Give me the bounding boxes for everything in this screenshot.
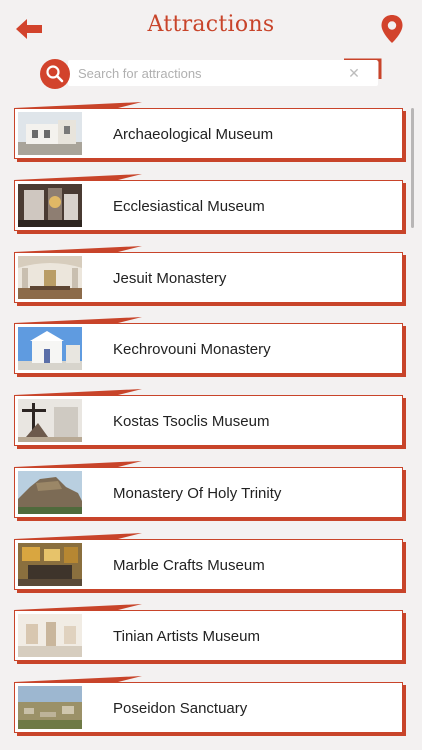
attraction-thumbnail bbox=[18, 327, 82, 371]
app-header: Attractions bbox=[0, 0, 422, 56]
search-input[interactable] bbox=[78, 60, 348, 86]
attraction-thumbnail bbox=[18, 399, 82, 442]
map-button[interactable] bbox=[380, 14, 404, 44]
attraction-name: Archaeological Museum bbox=[113, 126, 274, 143]
list-item[interactable]: Ecclesiastical Museum bbox=[14, 173, 404, 232]
list-item-card: Archaeological Museum bbox=[14, 108, 403, 159]
list-item[interactable]: Monastery Of Holy Trinity bbox=[14, 460, 404, 519]
list-item[interactable]: Kechrovouni Monastery bbox=[14, 317, 404, 375]
attraction-thumbnail bbox=[18, 686, 82, 729]
list-item[interactable]: Tinian Artists Museum bbox=[14, 604, 404, 662]
list-item[interactable]: Poseidon Sanctuary bbox=[14, 676, 404, 734]
attraction-thumbnail bbox=[18, 542, 82, 586]
attraction-thumbnail bbox=[18, 112, 82, 155]
list-item-card: Monastery Of Holy Trinity bbox=[14, 466, 403, 518]
search-bar: ✕ bbox=[40, 57, 382, 91]
attraction-name: Kostas Tsoclis Museum bbox=[113, 413, 270, 430]
attraction-name: Jesuit Monastery bbox=[113, 269, 227, 287]
sculpture-photo bbox=[18, 399, 82, 442]
white-church-photo bbox=[18, 327, 82, 371]
attraction-thumbnail bbox=[18, 470, 82, 514]
attraction-name: Poseidon Sanctuary bbox=[113, 700, 248, 717]
attraction-name: Monastery Of Holy Trinity bbox=[113, 484, 282, 502]
attraction-name: Ecclesiastical Museum bbox=[113, 197, 265, 215]
list-item-card: Jesuit Monastery bbox=[14, 251, 403, 303]
map-pin-icon bbox=[381, 15, 403, 43]
ruins-photo bbox=[18, 686, 82, 729]
attractions-list: Archaeological Museum Ecclesiastical Mus… bbox=[14, 102, 404, 750]
attraction-name: Marble Crafts Museum bbox=[113, 556, 265, 574]
museum-building-photo bbox=[18, 112, 82, 155]
rock-hill-photo bbox=[18, 470, 82, 514]
search-icon bbox=[46, 65, 64, 83]
monastery-interior-photo bbox=[18, 255, 82, 299]
search-button[interactable] bbox=[40, 59, 70, 89]
list-item-card: Tinian Artists Museum bbox=[14, 610, 403, 662]
gallery-interior-photo bbox=[18, 542, 82, 586]
attraction-thumbnail bbox=[18, 614, 82, 658]
list-item[interactable]: Marble Crafts Museum bbox=[14, 532, 404, 591]
attraction-name: Tinian Artists Museum bbox=[113, 628, 260, 646]
list-item[interactable]: Jesuit Monastery bbox=[14, 245, 404, 304]
attraction-thumbnail bbox=[18, 183, 82, 227]
list-item-card: Ecclesiastical Museum bbox=[14, 179, 403, 231]
scrollbar[interactable] bbox=[411, 108, 414, 228]
list-item-card: Kechrovouni Monastery bbox=[14, 323, 403, 375]
attraction-thumbnail bbox=[18, 255, 82, 299]
page-title: Attractions bbox=[147, 12, 275, 37]
list-item-card: Marble Crafts Museum bbox=[14, 538, 403, 590]
list-item[interactable]: Kostas Tsoclis Museum bbox=[14, 389, 404, 447]
attraction-name: Kechrovouni Monastery bbox=[113, 341, 271, 359]
church-interior-photo bbox=[18, 183, 82, 227]
clear-icon[interactable]: ✕ bbox=[346, 65, 362, 81]
sculpture-gallery-photo bbox=[18, 614, 82, 658]
list-item-card: Kostas Tsoclis Museum bbox=[14, 395, 403, 446]
search-field: ✕ bbox=[68, 60, 378, 86]
list-item[interactable]: Archaeological Museum bbox=[14, 102, 404, 160]
list-item-card: Poseidon Sanctuary bbox=[14, 682, 403, 733]
